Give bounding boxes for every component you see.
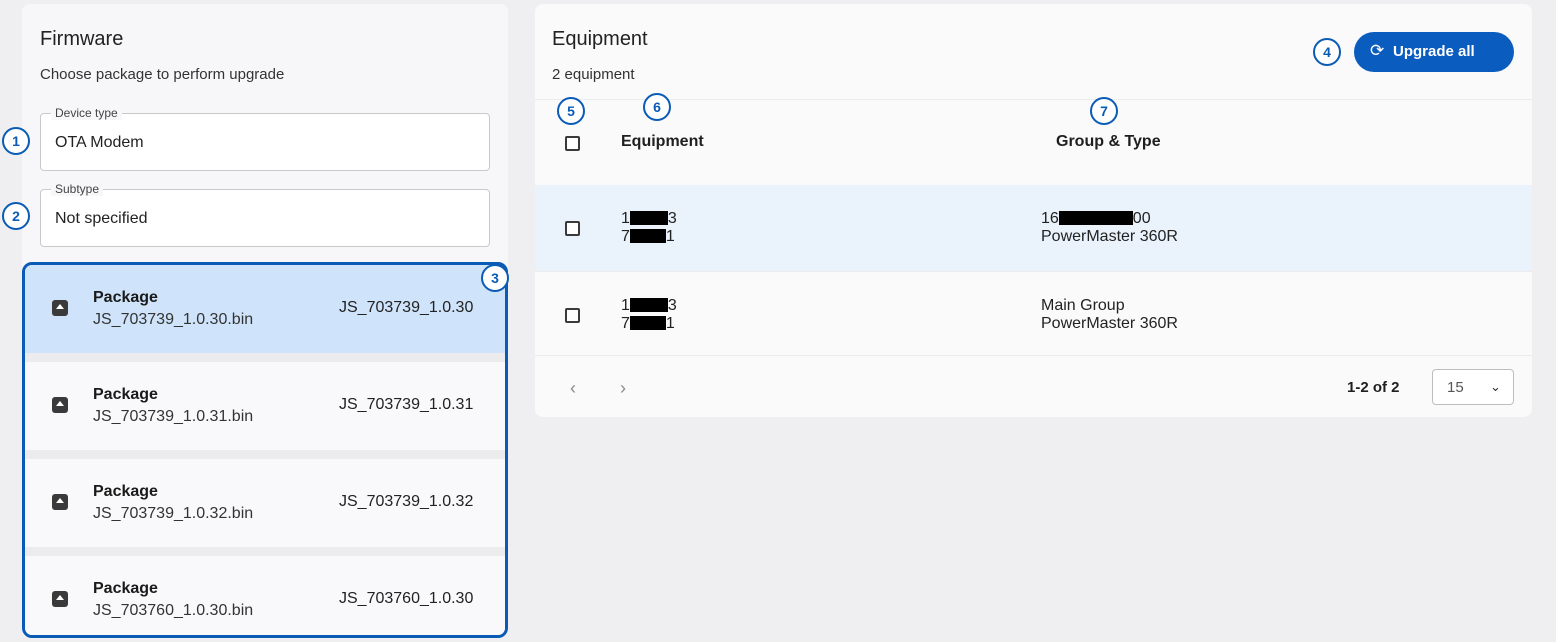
package-item[interactable]: Package JS_703760_1.0.30.bin JS_703760_1… — [25, 556, 505, 635]
redaction-bar — [1058, 211, 1133, 225]
package-name: Package — [93, 289, 158, 306]
table-row[interactable]: 13 71 16 00 PowerMaster 360R — [535, 185, 1532, 271]
previous-page-button[interactable]: ‹ — [570, 378, 576, 399]
column-header-group-type[interactable]: Group & Type — [1056, 133, 1161, 151]
redaction-bar — [629, 229, 666, 243]
equipment-id-prefix: 7 — [621, 228, 630, 245]
chevron-down-icon: ⌄ — [1490, 379, 1501, 394]
callout-badge: 7 — [1090, 97, 1118, 125]
device-type-field[interactable]: Device type OTA Modem — [40, 106, 490, 171]
subtype-label: Subtype — [51, 182, 104, 196]
redaction-bar — [629, 211, 668, 225]
upload-archive-icon — [52, 591, 68, 607]
redaction-bar — [629, 298, 668, 312]
equipment-id: 13 71 — [621, 210, 677, 246]
row-checkbox[interactable] — [565, 308, 580, 323]
group-name: Main Group — [1041, 297, 1125, 314]
package-file: JS_703739_1.0.30.bin — [93, 311, 254, 328]
equipment-id-prefix: 1 — [621, 210, 630, 227]
upload-archive-icon — [52, 300, 68, 316]
package-file: JS_703739_1.0.31.bin — [93, 408, 254, 425]
firmware-title: Firmware — [40, 28, 124, 50]
column-header-equipment[interactable]: Equipment — [621, 133, 704, 151]
group-type-cell: 16 00 PowerMaster 360R — [1041, 210, 1178, 246]
package-version: JS_703739_1.0.30 — [339, 299, 474, 316]
equipment-id-prefix: 1 — [621, 297, 630, 314]
equipment-id-suffix: 3 — [667, 297, 677, 314]
upload-archive-icon — [52, 494, 68, 510]
package-item[interactable]: Package JS_703739_1.0.31.bin JS_703739_1… — [25, 362, 505, 450]
device-type-value: OTA Modem — [55, 134, 144, 151]
equipment-type: PowerMaster 360R — [1041, 315, 1178, 332]
page-size-select[interactable]: 15 ⌄ — [1432, 369, 1514, 405]
redaction-bar — [629, 316, 666, 330]
package-item[interactable]: Package JS_703739_1.0.32.bin JS_703739_1… — [25, 459, 505, 547]
group-name-prefix: 16 — [1041, 210, 1059, 227]
package-item[interactable]: Package JS_703739_1.0.30.bin JS_703739_1… — [25, 265, 505, 353]
group-name-suffix: 00 — [1132, 210, 1151, 227]
firmware-panel: Firmware Choose package to perform upgra… — [22, 4, 508, 638]
callout-badge: 6 — [643, 93, 671, 121]
equipment-id-suffix: 1 — [665, 315, 675, 332]
package-version: JS_703760_1.0.30 — [339, 590, 474, 607]
equipment-type: PowerMaster 360R — [1041, 228, 1178, 245]
row-divider — [535, 355, 1532, 356]
package-version: JS_703739_1.0.31 — [339, 396, 474, 413]
upload-archive-icon — [52, 397, 68, 413]
equipment-title: Equipment — [552, 28, 648, 50]
refresh-icon: ⟳ — [1370, 41, 1385, 60]
group-type-cell: Main Group PowerMaster 360R — [1041, 297, 1178, 333]
firmware-subtitle: Choose package to perform upgrade — [40, 66, 285, 83]
package-version: JS_703739_1.0.32 — [339, 493, 474, 510]
table-row[interactable]: 13 71 Main Group PowerMaster 360R — [535, 272, 1532, 358]
package-file: JS_703760_1.0.30.bin — [93, 602, 254, 619]
page-size-value: 15 — [1447, 379, 1464, 396]
package-name: Package — [93, 386, 158, 403]
device-type-label: Device type — [51, 106, 122, 120]
equipment-panel: Equipment 2 equipment ⟳ Upgrade all Equi… — [535, 4, 1532, 417]
package-name: Package — [93, 580, 158, 597]
equipment-count: 2 equipment — [552, 66, 635, 83]
callout-badge: 5 — [557, 97, 585, 125]
upgrade-all-label: Upgrade all — [1393, 43, 1475, 60]
subtype-field[interactable]: Subtype Not specified — [40, 182, 490, 247]
package-file: JS_703739_1.0.32.bin — [93, 505, 254, 522]
callout-badge: 3 — [481, 264, 509, 292]
row-checkbox[interactable] — [565, 221, 580, 236]
header-divider — [535, 99, 1532, 100]
next-page-button[interactable]: › — [620, 378, 626, 399]
callout-badge: 2 — [2, 202, 30, 230]
callout-badge: 4 — [1313, 38, 1341, 66]
equipment-id: 13 71 — [621, 297, 677, 333]
callout-badge: 1 — [2, 127, 30, 155]
package-list: Package JS_703739_1.0.30.bin JS_703739_1… — [22, 262, 508, 638]
select-all-checkbox[interactable] — [565, 136, 580, 151]
pagination-range: 1-2 of 2 — [1347, 379, 1400, 396]
equipment-id-suffix: 3 — [667, 210, 677, 227]
package-name: Package — [93, 483, 158, 500]
equipment-id-prefix: 7 — [621, 315, 630, 332]
equipment-id-suffix: 1 — [665, 228, 675, 245]
subtype-value: Not specified — [55, 210, 148, 227]
upgrade-all-button[interactable]: ⟳ Upgrade all — [1354, 32, 1514, 72]
